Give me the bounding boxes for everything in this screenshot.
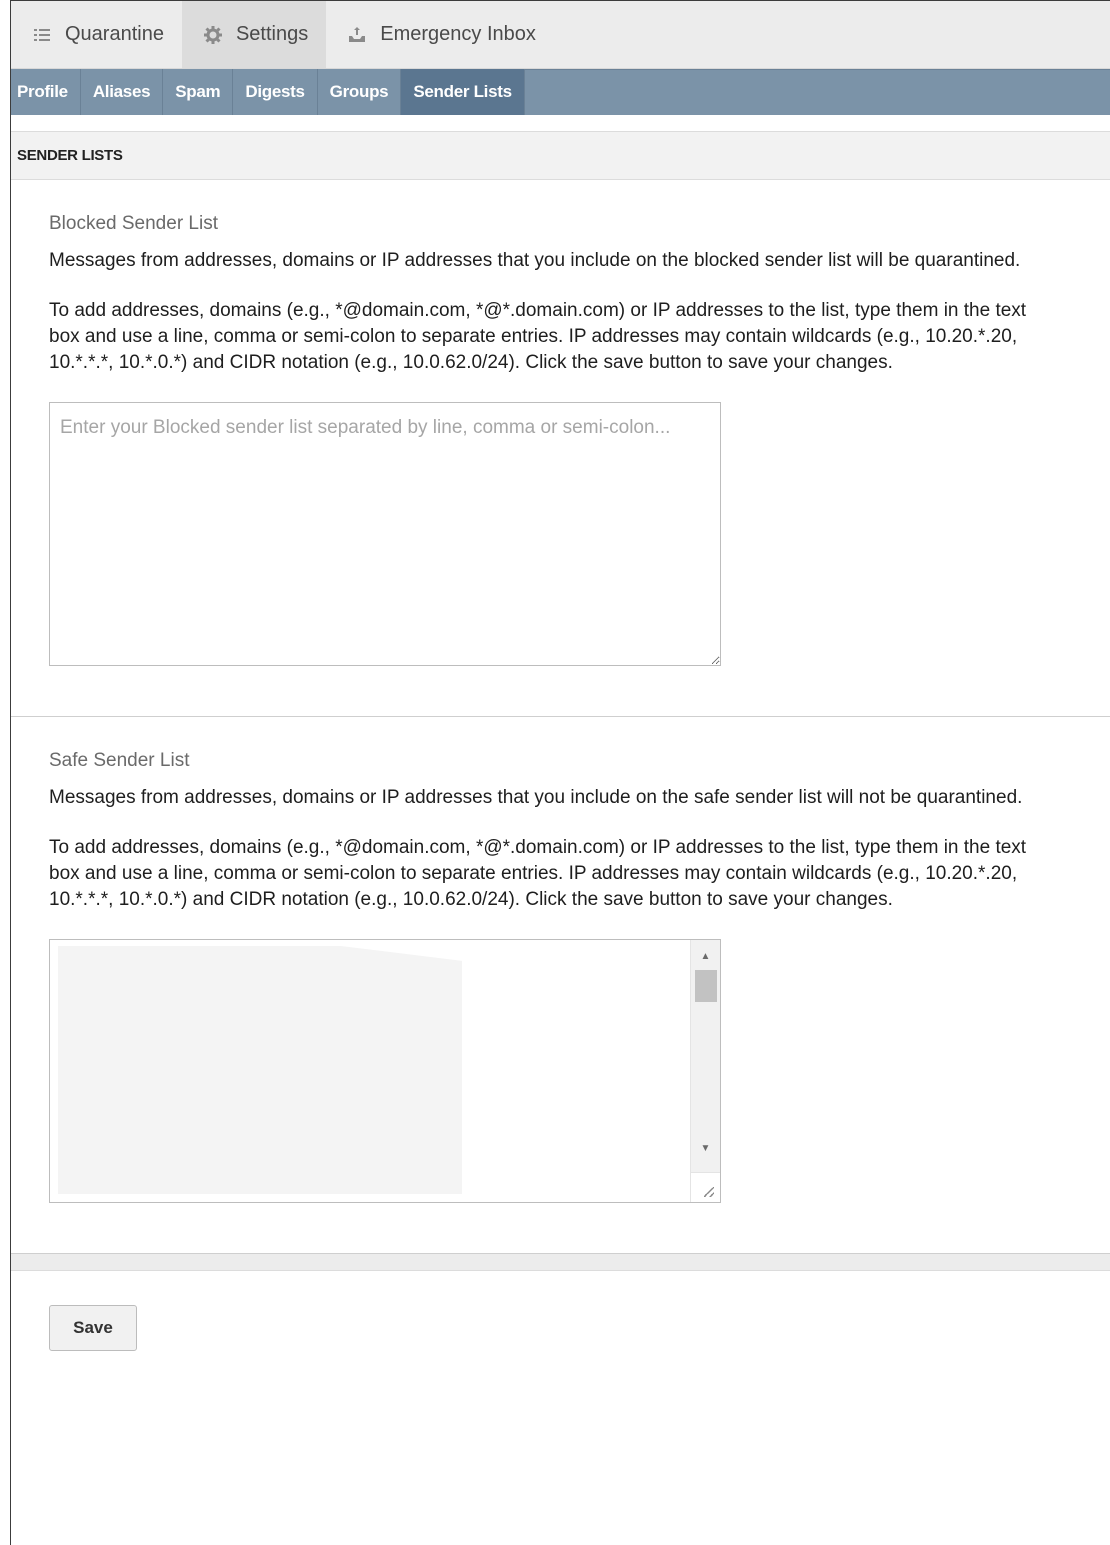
scroll-down-arrow-icon[interactable]: ▼ <box>691 1138 720 1158</box>
subtab-aliases[interactable]: Aliases <box>81 69 164 115</box>
spacer <box>11 115 1110 132</box>
list-icon <box>33 26 51 44</box>
scroll-thumb[interactable] <box>695 970 717 1002</box>
blocked-description: Messages from addresses, domains or IP a… <box>49 250 1021 271</box>
blocked-instructions: To add addresses, domains (e.g., *@domai… <box>49 300 1027 373</box>
blocked-sender-textarea[interactable] <box>49 402 721 666</box>
footer-separator <box>11 1253 1110 1271</box>
safe-sender-textarea[interactable]: ▲ ▼ <box>49 939 721 1203</box>
tab-emergency-inbox[interactable]: Emergency Inbox <box>326 1 554 68</box>
top-tab-bar: Quarantine Settings Emergency Inbox <box>11 1 1110 69</box>
subtab-sender-lists[interactable]: Sender Lists <box>401 69 525 115</box>
scrollbar[interactable]: ▲ ▼ <box>690 940 720 1202</box>
resize-grip-icon[interactable] <box>704 1187 714 1197</box>
section-header: SENDER LISTS <box>11 132 1110 180</box>
subtab-digests[interactable]: Digests <box>233 69 318 115</box>
tab-label: Settings <box>235 23 309 45</box>
blocked-sender-panel: Blocked Sender List Messages from addres… <box>11 213 1110 666</box>
tab-settings[interactable]: Settings <box>181 1 327 68</box>
footer: Save <box>11 1271 1110 1389</box>
safe-list-title: Safe Sender List <box>49 750 190 771</box>
redacted-content <box>58 946 462 1194</box>
tab-label: Quarantine <box>65 23 164 45</box>
save-button[interactable]: Save <box>49 1305 137 1351</box>
blocked-list-title: Blocked Sender List <box>49 213 218 234</box>
tab-quarantine[interactable]: Quarantine <box>11 1 182 68</box>
gear-icon <box>203 25 222 44</box>
scroll-up-arrow-icon[interactable]: ▲ <box>691 946 720 966</box>
subtab-spam[interactable]: Spam <box>163 69 234 115</box>
safe-sender-panel: Safe Sender List Messages from addresses… <box>11 750 1110 1203</box>
settings-sub-nav: Profile Aliases Spam Digests Groups Send… <box>11 69 1110 115</box>
resize-corner[interactable] <box>690 1172 720 1202</box>
inbox-icon <box>348 26 366 44</box>
subtab-groups[interactable]: Groups <box>318 69 402 115</box>
safe-description: Messages from addresses, domains or IP a… <box>49 787 1023 808</box>
subnav-spacer <box>524 69 1110 115</box>
tab-label: Emergency Inbox <box>380 23 536 45</box>
app-frame: Quarantine Settings Emergency Inbox Prof… <box>10 0 1110 1545</box>
subtab-profile[interactable]: Profile <box>11 69 81 115</box>
safe-instructions: To add addresses, domains (e.g., *@domai… <box>49 837 1027 910</box>
divider <box>11 716 1110 717</box>
